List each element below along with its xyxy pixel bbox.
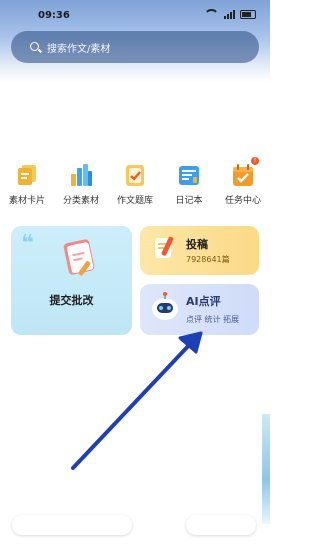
question-bank-icon (126, 165, 144, 186)
bar-books-icon (71, 164, 92, 186)
quick-item-category[interactable]: 分类素材 (54, 163, 108, 206)
status-icons (204, 9, 256, 19)
robot-icon (152, 292, 178, 320)
notification-badge: ! (251, 157, 259, 165)
bottom-item-left[interactable] (12, 515, 132, 535)
quick-label: 分类素材 (62, 196, 99, 206)
quick-label: 素材卡片 (8, 196, 45, 206)
ai-card-tags: 点评 统计 拓展 (186, 315, 240, 324)
bottom-partial-row (0, 500, 270, 549)
quick-item-material-cards[interactable]: 素材卡片 (0, 163, 54, 206)
search-bar[interactable]: 搜索作文/素材 (11, 31, 259, 63)
quick-item-question-bank[interactable]: 作文题库 (108, 163, 162, 206)
quick-item-task-center[interactable]: ! 任务中心 (216, 157, 270, 206)
bottom-item-right[interactable] (186, 515, 256, 535)
search-icon (30, 41, 41, 53)
task-icon-wrap: ! (231, 157, 259, 187)
signal-icon (224, 9, 235, 19)
battery-icon (240, 9, 256, 19)
document-edit-icon (63, 239, 95, 276)
status-bar: 09:36 (0, 0, 270, 30)
quick-actions: 素材卡片 分类素材 作文题库 日记本 ! 任务中心 (0, 157, 270, 206)
tougao-count: 7928641篇 (186, 255, 230, 264)
status-time: 09:36 (38, 10, 70, 21)
quick-label: 日记本 (175, 196, 203, 206)
ai-review-card[interactable]: AI点评 点评 统计 拓展 (140, 284, 259, 335)
tougao-title: 投稿 (186, 238, 208, 251)
submit-article-card[interactable]: 投稿 7928641篇 (140, 226, 259, 275)
pencil-paper-icon (155, 236, 174, 258)
quick-label: 作文题库 (116, 196, 153, 206)
submit-correction-card[interactable]: ❝ 提交批改 (11, 226, 132, 335)
quick-item-diary[interactable]: 日记本 (162, 163, 216, 206)
wifi-icon (204, 9, 219, 19)
quick-label: 任务中心 (224, 196, 261, 206)
submit-card-title: 提交批改 (49, 294, 94, 307)
calendar-check-icon (233, 164, 253, 186)
diary-icon (179, 166, 199, 185)
quote-icon: ❝ (21, 231, 34, 256)
ai-card-title: AI点评 (186, 295, 221, 308)
search-placeholder: 搜索作文/素材 (47, 43, 111, 55)
card-stack-icon (18, 165, 36, 185)
